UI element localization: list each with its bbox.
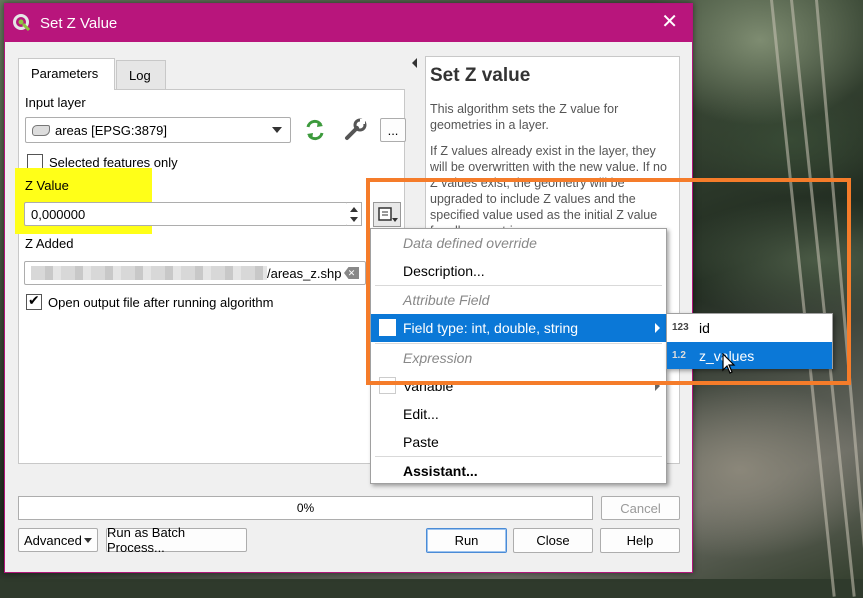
cancel-button[interactable]: Cancel bbox=[601, 496, 680, 520]
menu-header-attribute-field: Attribute Field bbox=[403, 292, 490, 308]
menu-item-paste[interactable]: Paste bbox=[371, 428, 666, 456]
variable-checkbox bbox=[379, 377, 396, 394]
progress-text: 0% bbox=[296, 501, 315, 515]
submenu-item-id[interactable]: 123 id bbox=[667, 314, 832, 341]
menu-item-edit[interactable]: Edit... bbox=[371, 400, 666, 428]
submenu-arrow-icon bbox=[655, 323, 660, 333]
integer-field-icon: 123 bbox=[672, 322, 689, 333]
collapse-arrow-icon[interactable] bbox=[412, 58, 417, 68]
spin-down-icon[interactable] bbox=[350, 217, 358, 222]
close-button[interactable]: Close bbox=[513, 528, 593, 553]
advanced-button[interactable]: Advanced bbox=[18, 528, 98, 552]
input-layer-label: Input layer bbox=[25, 95, 86, 110]
menu-item-field-type[interactable]: Field type: int, double, string bbox=[371, 314, 666, 342]
titlebar: Set Z Value ✕ bbox=[5, 4, 692, 42]
z-added-path: /areas_z.shp bbox=[267, 265, 342, 281]
help-paragraph-1: This algorithm sets the Z value for geom… bbox=[430, 102, 619, 132]
data-defined-override-button[interactable] bbox=[373, 202, 401, 227]
menu-item-assistant[interactable]: Assistant... bbox=[371, 457, 666, 485]
input-layer-value: areas [EPSG:3879] bbox=[55, 122, 168, 138]
qgis-logo-icon bbox=[13, 14, 31, 32]
chevron-down-icon bbox=[272, 127, 282, 133]
window-title: Set Z Value bbox=[40, 14, 118, 32]
z-value-spinner[interactable] bbox=[347, 202, 362, 226]
decimal-field-icon: 1.2 bbox=[672, 350, 686, 361]
progress-bar: 0% bbox=[18, 496, 593, 520]
z-value-label: Z Value bbox=[25, 178, 69, 193]
layer-options-button[interactable]: ... bbox=[380, 118, 406, 142]
help-paragraph-2: If Z values already exist in the layer, … bbox=[430, 144, 667, 238]
input-layer-combo[interactable]: areas [EPSG:3879] bbox=[25, 117, 291, 143]
menu-item-description[interactable]: Description... bbox=[371, 257, 666, 285]
more-button-label: ... bbox=[387, 122, 399, 138]
field-type-label: Field type: int, double, string bbox=[403, 320, 579, 336]
blurred-path bbox=[31, 266, 267, 280]
chevron-down-icon bbox=[84, 538, 92, 543]
data-defined-context-menu: Data defined override Description... Att… bbox=[370, 228, 667, 484]
tab-parameters[interactable]: Parameters bbox=[18, 58, 115, 90]
z-added-label: Z Added bbox=[25, 236, 74, 251]
submenu-item-label: id bbox=[699, 319, 710, 336]
open-output-label: Open output file after running algorithm bbox=[48, 295, 274, 310]
field-submenu: 123 id 1.2 z_values bbox=[666, 313, 833, 369]
mouse-cursor-icon bbox=[722, 353, 736, 374]
spin-up-icon[interactable] bbox=[350, 207, 358, 212]
submenu-item-z-values[interactable]: 1.2 z_values bbox=[667, 342, 832, 369]
data-defined-icon bbox=[378, 207, 398, 222]
help-button[interactable]: Help bbox=[600, 528, 680, 553]
field-type-checkbox bbox=[379, 319, 396, 336]
z-value-text: 0,000000 bbox=[31, 206, 86, 222]
menu-header-expression: Expression bbox=[403, 350, 473, 366]
menu-header-data-defined: Data defined override bbox=[403, 235, 537, 251]
close-icon[interactable]: ✕ bbox=[661, 12, 678, 32]
iterate-icon[interactable] bbox=[303, 119, 327, 141]
run-button[interactable]: Run bbox=[426, 528, 507, 553]
polygon-layer-icon bbox=[32, 124, 50, 136]
wrench-icon[interactable] bbox=[343, 118, 367, 142]
variable-label: Variable bbox=[403, 378, 454, 394]
z-value-input[interactable]: 0,000000 bbox=[24, 202, 348, 226]
z-added-output-field[interactable]: /areas_z.shp ✕ bbox=[24, 261, 366, 285]
open-output-checkbox[interactable] bbox=[26, 292, 42, 310]
menu-item-variable[interactable]: Variable bbox=[371, 372, 666, 400]
batch-process-button[interactable]: Run as Batch Process... bbox=[106, 525, 247, 555]
clear-icon[interactable]: ✕ bbox=[344, 267, 359, 279]
advanced-label: Advanced bbox=[24, 532, 82, 548]
submenu-arrow-icon bbox=[655, 381, 660, 391]
tab-log[interactable]: Log bbox=[116, 60, 166, 90]
help-title: Set Z value bbox=[430, 65, 531, 86]
